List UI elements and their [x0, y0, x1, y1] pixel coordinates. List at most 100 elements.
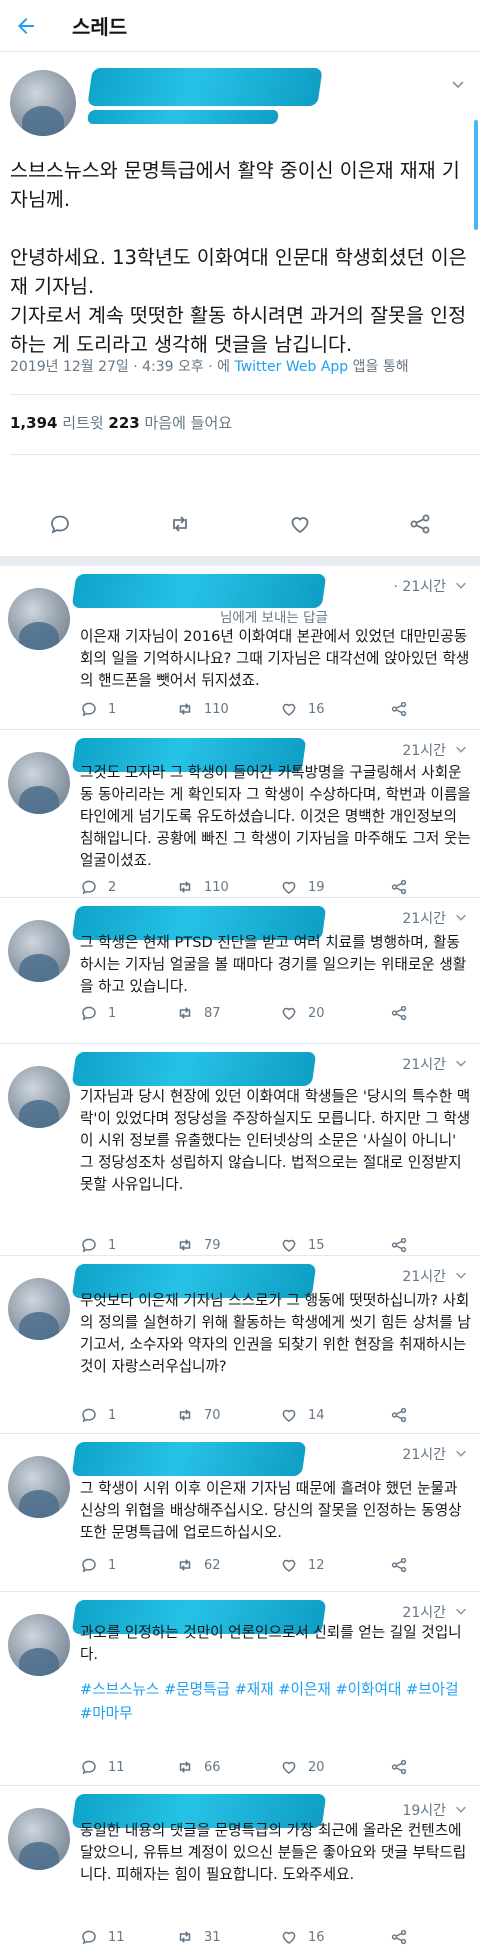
like-count: 16 [308, 1929, 325, 1945]
chevron-down-icon[interactable] [454, 1056, 468, 1070]
retweet-icon[interactable] [168, 512, 192, 536]
reply-actions: 2 110 19 [80, 876, 460, 898]
retweet-icon[interactable] [176, 1928, 194, 1946]
chevron-down-icon[interactable] [454, 910, 468, 924]
heart-icon[interactable] [280, 878, 298, 896]
reply-tweet[interactable]: 21시간 그 학생이 시위 이후 이은재 기자님 때문에 흘려야 했던 눈물과 … [0, 1434, 480, 1592]
tweet-date: 2019년 12월 27일 · 4:39 오후 · 에 [10, 359, 235, 375]
avatar[interactable] [8, 588, 70, 650]
heart-icon[interactable] [280, 1928, 298, 1946]
like-count: 20 [308, 1759, 325, 1775]
share-icon[interactable] [408, 512, 432, 536]
share-icon[interactable] [390, 1236, 408, 1254]
avatar[interactable] [8, 920, 70, 982]
scrollbar[interactable] [474, 120, 478, 230]
avatar[interactable] [8, 1456, 70, 1518]
reply-text: 이은재 기자님이 2016년 이화여대 본관에서 있었던 대만민공동회의 일을 … [80, 628, 470, 689]
avatar[interactable] [10, 70, 76, 136]
reply-tweet[interactable]: 21시간 과오를 인정하는 것만이 언론인으로서 신뢰를 얻는 길일 것입니다.… [0, 1592, 480, 1786]
chevron-down-icon[interactable] [454, 1802, 468, 1816]
hashtags[interactable]: #스브스뉴스 #문명특급 #재재 #이은재 #이화여대 #브아걸 #마마무 [80, 1678, 472, 1726]
chevron-down-icon[interactable] [454, 578, 468, 592]
like-count: 20 [308, 1005, 325, 1021]
top-bar: 스레드 [0, 0, 480, 52]
speech-bubble-icon[interactable] [80, 1236, 98, 1254]
reply-actions: 1 110 16 [80, 698, 460, 720]
retweet-icon[interactable] [176, 700, 194, 718]
back-button[interactable] [0, 0, 52, 52]
heart-icon[interactable] [280, 1004, 298, 1022]
reply-tweet[interactable]: 21시간 그 학생은 현재 PTSD 진단을 받고 여러 치료를 병행하며, 활… [0, 898, 480, 1044]
retweet-icon[interactable] [176, 1004, 194, 1022]
reply-time: 21시간 [402, 1447, 446, 1463]
redaction-mark [71, 574, 327, 608]
speech-bubble-icon[interactable] [80, 1928, 98, 1946]
share-icon[interactable] [390, 1004, 408, 1022]
section-separator [0, 556, 480, 566]
chevron-down-icon[interactable] [454, 1604, 468, 1618]
reply-tweet[interactable]: 21시간 무엇보다 이은재 기자님 스스로가 그 행동에 떳떳하십니까? 사회의… [0, 1256, 480, 1434]
speech-bubble-icon[interactable] [80, 878, 98, 896]
heart-icon[interactable] [288, 512, 312, 536]
reply-count: 11 [108, 1759, 125, 1775]
reply-time: 21시간 [402, 911, 446, 927]
reply-actions: 1 87 20 [80, 1002, 460, 1024]
speech-bubble-icon[interactable] [48, 512, 72, 536]
share-icon[interactable] [390, 1406, 408, 1424]
retweet-icon[interactable] [176, 1556, 194, 1574]
chevron-down-icon[interactable] [454, 1446, 468, 1460]
heart-icon[interactable] [280, 1758, 298, 1776]
avatar[interactable] [8, 1614, 70, 1676]
source-app-link[interactable]: Twitter Web App [234, 359, 348, 375]
share-icon[interactable] [390, 1928, 408, 1946]
heart-icon[interactable] [280, 1236, 298, 1254]
like-count: 223 [108, 414, 140, 432]
chevron-down-icon[interactable] [454, 1268, 468, 1282]
avatar[interactable] [8, 1808, 70, 1870]
chevron-down-icon[interactable] [450, 76, 466, 92]
reply-text: 과오를 인정하는 것만이 언론인으로서 신뢰를 얻는 길일 것입니다. [80, 1624, 462, 1663]
reply-actions: 11 66 20 [80, 1756, 460, 1778]
reply-text: 기자님과 당시 현장에 있던 이화여대 학생들은 '당시의 특수한 맥락'이 있… [80, 1088, 471, 1193]
reply-count: 1 [108, 1407, 117, 1423]
divider [10, 394, 480, 395]
reply-time: 21시간 [402, 1269, 446, 1285]
share-icon[interactable] [390, 700, 408, 718]
reply-tweet[interactable]: 21시간 기자님과 당시 현장에 있던 이화여대 학생들은 '당시의 특수한 맥… [0, 1044, 480, 1256]
like-count: 14 [308, 1407, 325, 1423]
reply-text: 그것도 모자라 그 학생이 들어간 카톡방명을 구글링해서 사회운동 동아리라는… [80, 764, 476, 869]
heart-icon[interactable] [280, 700, 298, 718]
retweet-icon[interactable] [176, 878, 194, 896]
speech-bubble-icon[interactable] [80, 1758, 98, 1776]
reply-text: 그 학생이 시위 이후 이은재 기자님 때문에 흘려야 했던 눈물과 신상의 위… [80, 1480, 467, 1541]
retweet-icon[interactable] [176, 1758, 194, 1776]
heart-icon[interactable] [280, 1406, 298, 1424]
reply-tweet[interactable]: 19시간 동일한 내용의 댓글을 문명특급의 가장 최근에 올라온 컨텐츠에 달… [0, 1786, 480, 1954]
redaction-mark [87, 110, 279, 124]
chevron-down-icon[interactable] [454, 742, 468, 756]
share-icon[interactable] [390, 1556, 408, 1574]
retweet-count: 87 [204, 1005, 221, 1021]
retweet-icon[interactable] [176, 1406, 194, 1424]
share-icon[interactable] [390, 1758, 408, 1776]
speech-bubble-icon[interactable] [80, 1556, 98, 1574]
retweet-icon[interactable] [176, 1236, 194, 1254]
reply-count: 11 [108, 1929, 125, 1945]
reply-actions: 1 70 14 [80, 1404, 460, 1426]
reply-tweet[interactable]: 21시간 그것도 모자라 그 학생이 들어간 카톡방명을 구글링해서 사회운동 … [0, 730, 480, 898]
avatar[interactable] [8, 1066, 70, 1128]
speech-bubble-icon[interactable] [80, 700, 98, 718]
heart-icon[interactable] [280, 1556, 298, 1574]
like-count: 12 [308, 1557, 325, 1573]
avatar[interactable] [8, 752, 70, 814]
speech-bubble-icon[interactable] [80, 1406, 98, 1424]
like-count: 15 [308, 1237, 325, 1253]
share-icon[interactable] [390, 878, 408, 896]
reply-count: 1 [108, 1005, 117, 1021]
retweet-count: 70 [204, 1407, 221, 1423]
avatar[interactable] [8, 1278, 70, 1340]
reply-time: 21시간 [402, 1605, 446, 1621]
speech-bubble-icon[interactable] [80, 1004, 98, 1022]
reply-tweet[interactable]: · 21시간 님에게 보내는 답글 이은재 기자님이 2016년 이화여대 본관… [0, 566, 480, 730]
tweet-stats[interactable]: 1,394 리트윗 223 마음에 들어요 [10, 412, 232, 433]
